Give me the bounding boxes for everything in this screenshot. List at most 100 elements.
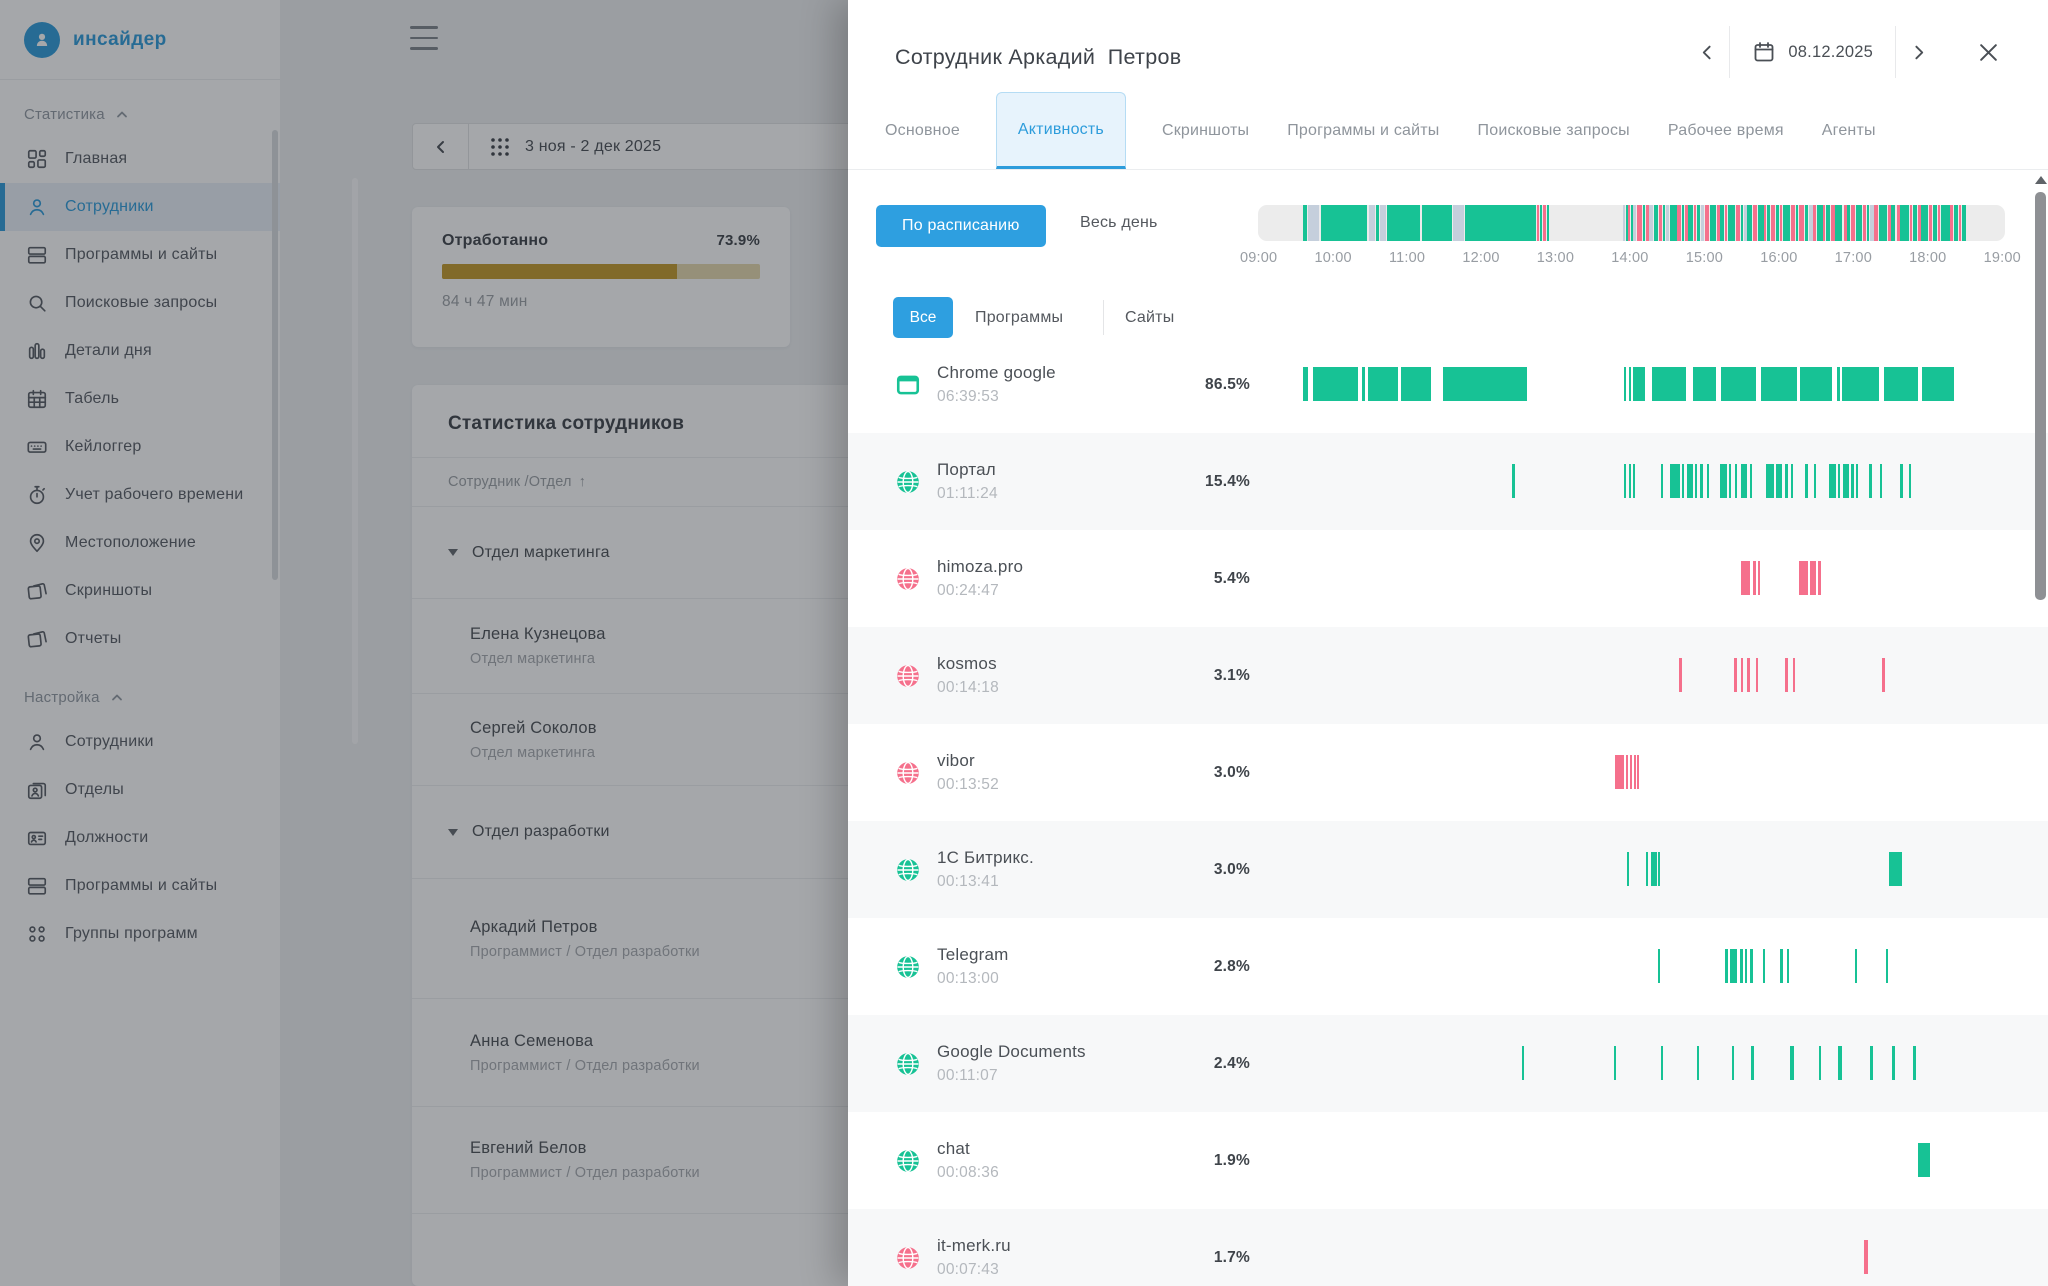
activity-row[interactable]: 1С Битрикс.00:13:413.0%: [848, 821, 2048, 918]
activity-row[interactable]: Google Documents00:11:072.4%: [848, 1015, 2048, 1112]
globe-icon: [895, 857, 921, 883]
activity-segment: [1750, 949, 1753, 983]
activity-segment: [1918, 1143, 1930, 1177]
activity-segment: [1651, 852, 1657, 886]
activity-segment: [1695, 464, 1697, 498]
activity-segment: [1453, 205, 1464, 241]
activity-segment: [1736, 205, 1740, 241]
activity-row[interactable]: chat00:08:361.9%: [848, 1112, 2048, 1209]
tab-поисковые-запросы[interactable]: Поисковые запросы: [1476, 92, 1632, 169]
activity-name: Портал: [937, 460, 998, 480]
activity-segment: [1796, 205, 1798, 241]
activity-segment: [1643, 205, 1645, 241]
activity-segment: [1869, 464, 1872, 498]
activity-segment: [1818, 561, 1821, 595]
next-day-button[interactable]: [1896, 30, 1940, 74]
activity-segment: [1799, 205, 1804, 241]
activity-segment: [1623, 205, 1625, 241]
activity-percent: 3.0%: [1166, 861, 1250, 879]
activity-name: Chrome google: [937, 363, 1056, 383]
activity-segment: [1661, 464, 1663, 498]
activity-segment: [1837, 367, 1840, 401]
activity-segment: [1362, 367, 1365, 401]
tab-основное[interactable]: Основное: [883, 92, 962, 169]
tab-активность[interactable]: Активность: [996, 92, 1126, 169]
date-picker-button[interactable]: 08.12.2025: [1730, 30, 1895, 74]
all-day-mode-button[interactable]: Весь день: [1080, 214, 1158, 232]
employee-drawer: Сотрудник Аркадий Петров 08.12.2025 Осно…: [848, 0, 2048, 1286]
tab-агенты[interactable]: Агенты: [1820, 92, 1878, 169]
activity-segment: [1771, 205, 1775, 241]
filter-all-button[interactable]: Все: [893, 297, 953, 338]
prev-day-button[interactable]: [1685, 30, 1729, 74]
activity-segment: [1308, 205, 1319, 241]
activity-segment: [1700, 464, 1703, 498]
activity-list: Chrome google06:39:5386.5%Портал01:11:24…: [848, 336, 2048, 1286]
activity-sparkbar: [1258, 367, 2005, 401]
drawer-scrollbar[interactable]: [2035, 192, 2046, 600]
activity-name: 1С Битрикс.: [937, 848, 1034, 868]
tab-рабочее-время[interactable]: Рабочее время: [1666, 92, 1786, 169]
activity-segment: [1705, 205, 1709, 241]
activity-segment: [1799, 561, 1808, 595]
activity-segment: [1922, 367, 1954, 401]
activity-segment: [1465, 205, 1536, 241]
modal-overlay[interactable]: [0, 0, 848, 1286]
activity-segment: [1732, 1046, 1734, 1080]
schedule-mode-button[interactable]: По расписанию: [876, 205, 1046, 247]
activity-percent: 3.1%: [1166, 667, 1250, 685]
filter-programs-button[interactable]: Программы: [975, 297, 1063, 338]
activity-segment: [1721, 367, 1756, 401]
activity-segment: [1693, 367, 1716, 401]
drawer-tabs: Основное Активность Скриншоты Программы и с…: [848, 92, 2048, 170]
activity-segment: [1785, 464, 1788, 498]
drawer-header-controls: 08.12.2025: [1685, 24, 2010, 80]
hour-label: 15:00: [1686, 250, 1723, 266]
activity-segment: [1666, 205, 1669, 241]
activity-segment: [1670, 464, 1680, 498]
activity-segment: [1882, 658, 1885, 692]
activity-segment: [1547, 205, 1549, 241]
globe-icon: [895, 663, 921, 689]
close-icon[interactable]: [1966, 30, 2010, 74]
activity-segment: [1787, 949, 1789, 983]
activity-segment: [1741, 464, 1747, 498]
activity-duration: 00:11:07: [937, 1067, 1086, 1085]
filter-sites-button[interactable]: Сайты: [1125, 297, 1174, 338]
activity-segment: [1829, 464, 1836, 498]
activity-row[interactable]: Портал01:11:2415.4%: [848, 433, 2048, 530]
activity-segment: [1763, 949, 1765, 983]
activity-segment: [1624, 367, 1626, 401]
activity-segment: [1921, 205, 1928, 241]
scroll-up-icon[interactable]: [2035, 176, 2047, 184]
activity-percent: 2.8%: [1166, 958, 1250, 976]
tab-программы-и-сайты[interactable]: Программы и сайты: [1285, 92, 1441, 169]
activity-segment: [1303, 205, 1307, 241]
hour-label: 10:00: [1314, 250, 1351, 266]
activity-segment: [1615, 755, 1624, 789]
activity-row[interactable]: Chrome google06:39:5386.5%: [848, 336, 2048, 433]
activity-segment: [1864, 1240, 1868, 1274]
activity-segment: [1694, 205, 1696, 241]
activity-row[interactable]: Telegram00:13:002.8%: [848, 918, 2048, 1015]
activity-segment: [1624, 464, 1626, 498]
activity-segment: [1823, 205, 1825, 241]
activity-segment: [1522, 1046, 1524, 1080]
activity-percent: 86.5%: [1166, 376, 1250, 394]
window-icon: [895, 372, 921, 398]
activity-segment: [1725, 949, 1728, 983]
activity-row[interactable]: himoza.pro00:24:475.4%: [848, 530, 2048, 627]
tab-скриншоты[interactable]: Скриншоты: [1160, 92, 1251, 169]
activity-row[interactable]: kosmos00:14:183.1%: [848, 627, 2048, 724]
activity-segment: [1745, 949, 1747, 983]
activity-segment: [1867, 205, 1869, 241]
activity-percent: 5.4%: [1166, 570, 1250, 588]
activity-duration: 00:07:43: [937, 1261, 1011, 1279]
activity-segment: [1842, 367, 1879, 401]
activity-segment: [1847, 205, 1850, 241]
activity-row[interactable]: vibor00:13:523.0%: [848, 724, 2048, 821]
activity-segment: [1856, 464, 1858, 498]
activity-row[interactable]: it-merk.ru00:07:431.7%: [848, 1209, 2048, 1286]
activity-segment: [1855, 949, 1857, 983]
activity-segment: [1688, 205, 1693, 241]
